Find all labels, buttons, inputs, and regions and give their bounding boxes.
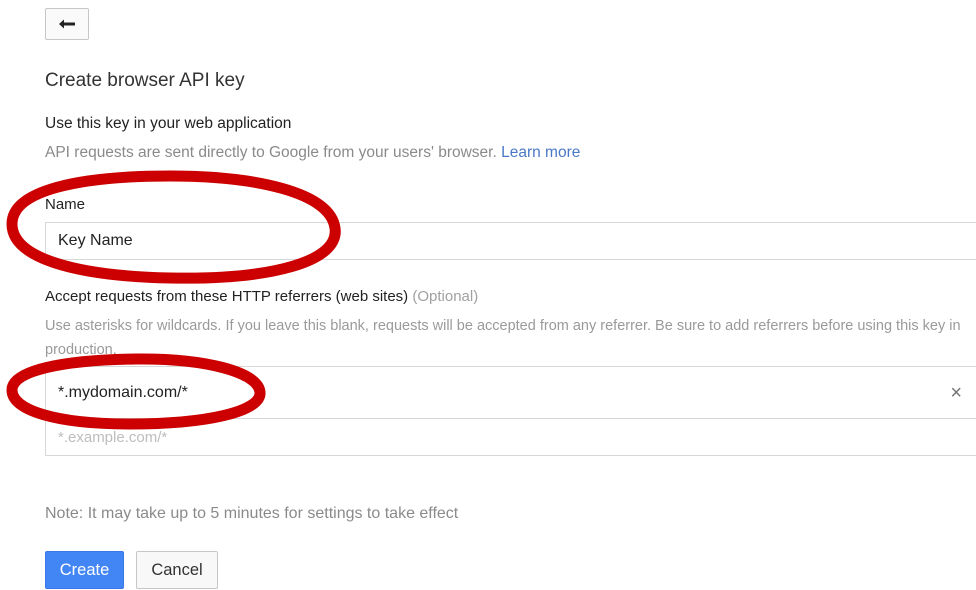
description-text: API requests are sent directly to Google… <box>45 144 497 161</box>
referrer-list: *.mydomain.com/* × <box>45 366 976 456</box>
remove-referrer-icon[interactable]: × <box>950 383 962 403</box>
referrers-label-text: Accept requests from these HTTP referrer… <box>45 288 409 305</box>
optional-tag: (Optional) <box>412 288 479 305</box>
back-button[interactable] <box>45 8 89 40</box>
new-referrer-input[interactable] <box>46 419 976 455</box>
create-button[interactable]: Create <box>45 551 124 589</box>
name-input[interactable] <box>45 222 976 260</box>
referrers-help-text: Use asterisks for wildcards. If you leav… <box>45 318 961 358</box>
settings-note: Note: It may take up to 5 minutes for se… <box>45 505 459 522</box>
referrer-value: *.mydomain.com/* <box>58 383 188 401</box>
name-label: Name <box>45 196 86 213</box>
cancel-button[interactable]: Cancel <box>136 551 218 589</box>
section-description: API requests are sent directly to Google… <box>45 144 580 162</box>
arrow-back-icon <box>59 19 75 29</box>
referrer-item[interactable]: *.mydomain.com/* × <box>46 367 976 419</box>
learn-more-link[interactable]: Learn more <box>501 144 580 161</box>
page-title: Create browser API key <box>45 70 245 91</box>
create-api-key-page: Create browser API key Use this key in y… <box>0 0 976 590</box>
referrers-label: Accept requests from these HTTP referrer… <box>45 288 478 305</box>
section-heading: Use this key in your web application <box>45 115 292 132</box>
